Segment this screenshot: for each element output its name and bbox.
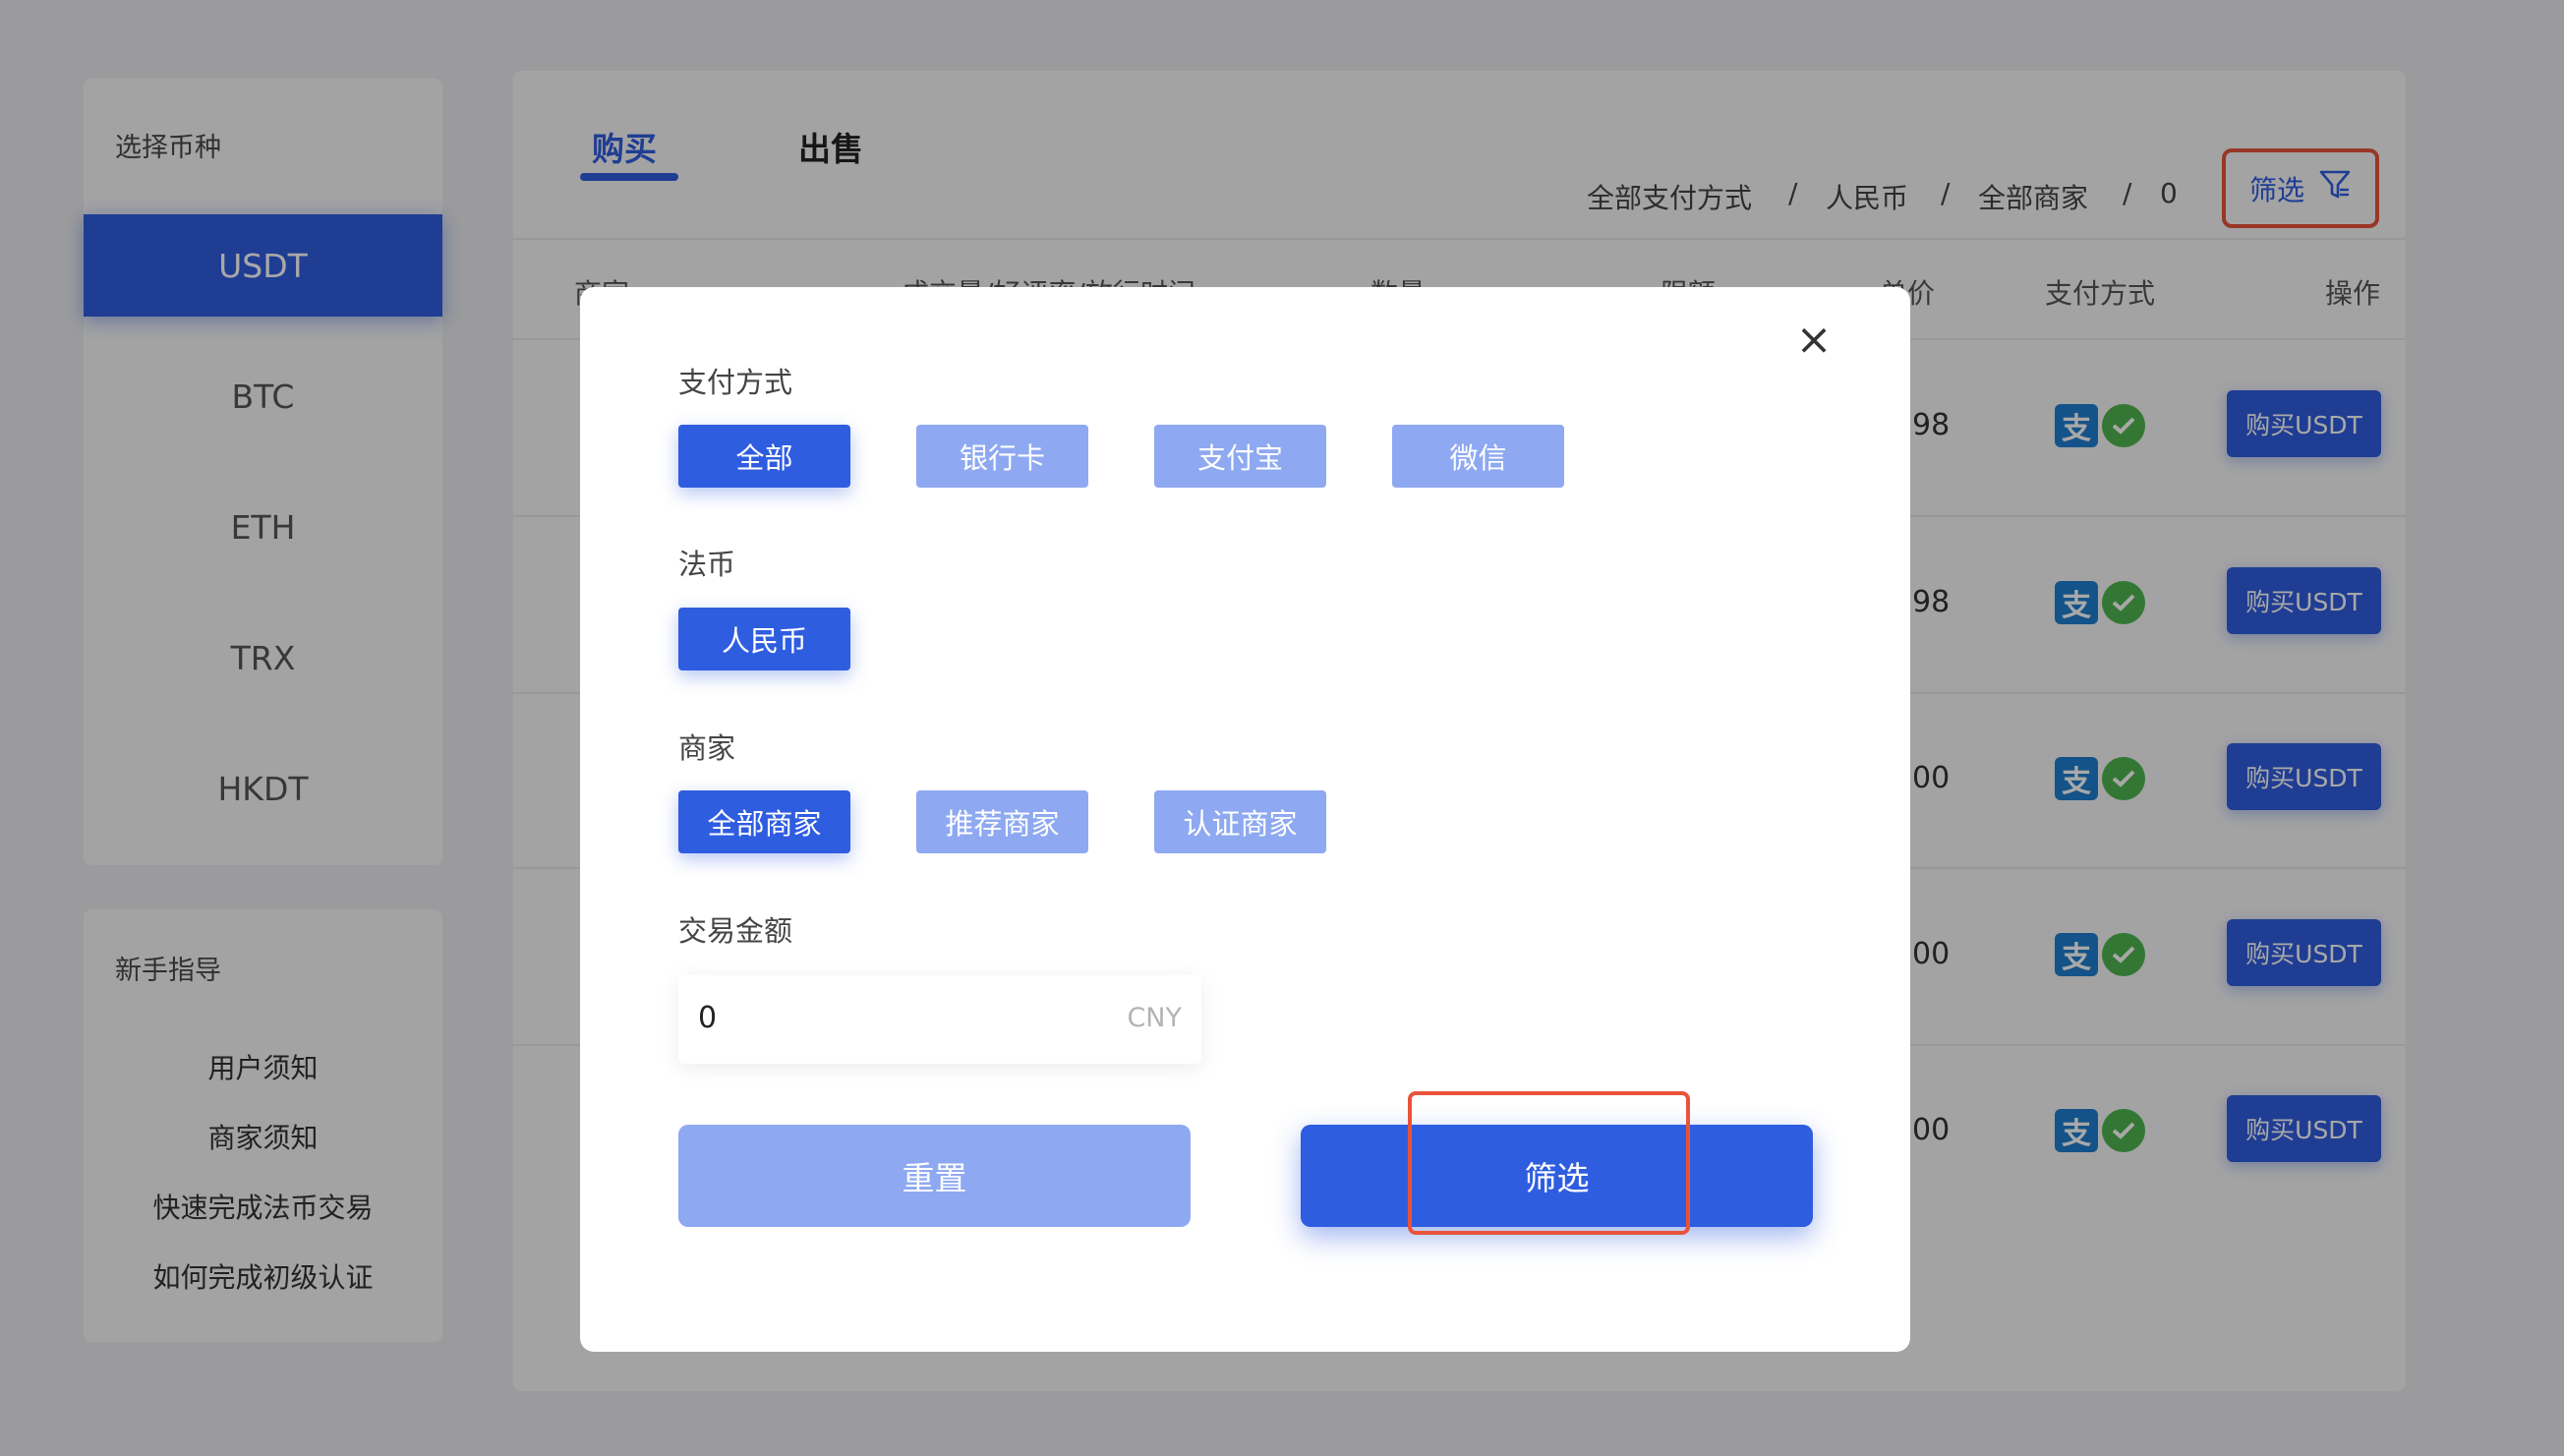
payment-option-wechat[interactable]: 微信 <box>1392 425 1564 488</box>
amount-label: 交易金额 <box>678 914 793 948</box>
merchant-option-recommended[interactable]: 推荐商家 <box>916 790 1088 853</box>
merchant-option-verified[interactable]: 认证商家 <box>1154 790 1326 853</box>
merchant-label: 商家 <box>678 731 736 765</box>
amount-input-value: 0 <box>698 1001 718 1035</box>
highlight-box <box>1408 1091 1690 1235</box>
amount-currency-unit: CNY <box>1127 1003 1182 1033</box>
filter-modal: × 支付方式 全部 银行卡 支付宝 微信 法币 人民币 商家 全部商家 推荐商家… <box>580 287 1910 1352</box>
fiat-option-cny[interactable]: 人民币 <box>678 608 850 670</box>
amount-input[interactable]: 0 CNY <box>678 975 1201 1064</box>
payment-option-bank-card[interactable]: 银行卡 <box>916 425 1088 488</box>
page: 选择币种 USDT BTC ETH TRX HKDT 新手指导 用户须知 商家须… <box>0 0 2564 1456</box>
payment-method-label: 支付方式 <box>678 366 793 399</box>
merchant-option-all[interactable]: 全部商家 <box>678 790 850 853</box>
close-icon[interactable]: × <box>1789 315 1838 365</box>
payment-option-all[interactable]: 全部 <box>678 425 850 488</box>
fiat-label: 法币 <box>678 548 736 581</box>
reset-button[interactable]: 重置 <box>678 1125 1191 1227</box>
payment-option-alipay[interactable]: 支付宝 <box>1154 425 1326 488</box>
